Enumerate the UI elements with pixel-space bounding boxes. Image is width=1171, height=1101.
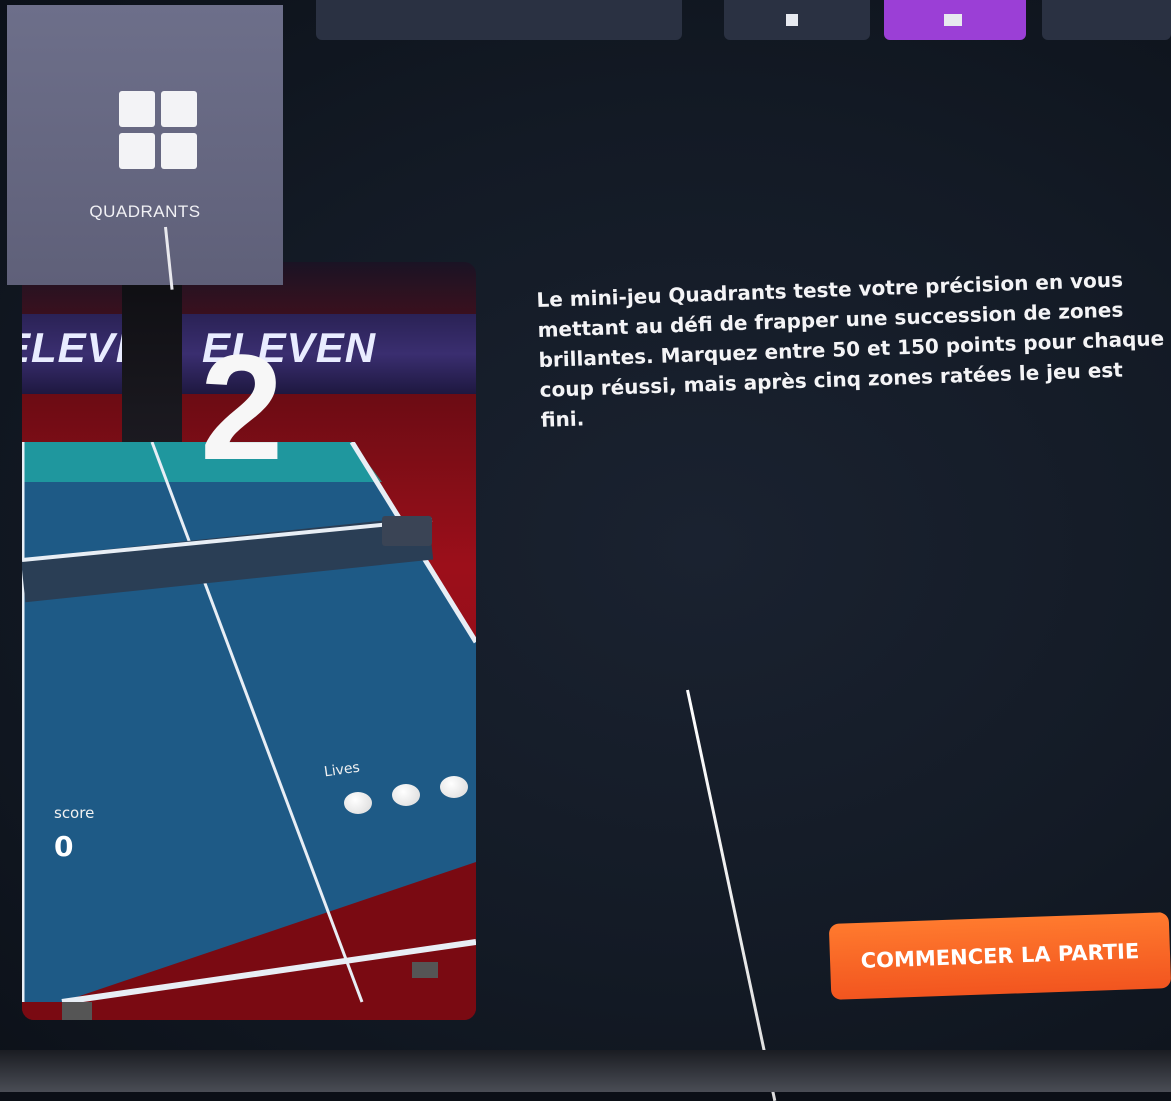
ping-pong-table [22,442,476,1020]
tab-icon [944,14,962,26]
life-ball-icon [392,784,420,806]
opponent-avatar [122,262,182,462]
vr-pointer-ray [164,226,174,290]
score-value: 0 [54,830,74,863]
countdown-number: 2 [200,323,284,491]
mode-tile-label: QUADRANTS [89,202,201,221]
quadrants-grid-icon [119,91,199,171]
top-tab-1[interactable] [316,0,682,40]
mode-description: Le mini-jeu Quadrants teste votre précis… [536,267,1165,432]
tab-icon [786,14,798,26]
top-tab-3-active[interactable] [884,0,1026,40]
vr-pointer-ray [686,689,777,1101]
game-preview: ELEVEN ELEVEN 2 score 0 Lives [22,262,476,1020]
start-game-button[interactable]: COMMENCER LA PARTIE [828,912,1171,1000]
life-ball-icon [440,776,468,798]
floor-strip [0,1050,1171,1092]
quadrants-mode-tile[interactable]: QUADRANTS [7,5,283,290]
top-tab-4[interactable] [1042,0,1171,40]
top-tab-2[interactable] [724,0,870,40]
life-ball-icon [344,792,372,814]
score-label: score [54,804,95,822]
